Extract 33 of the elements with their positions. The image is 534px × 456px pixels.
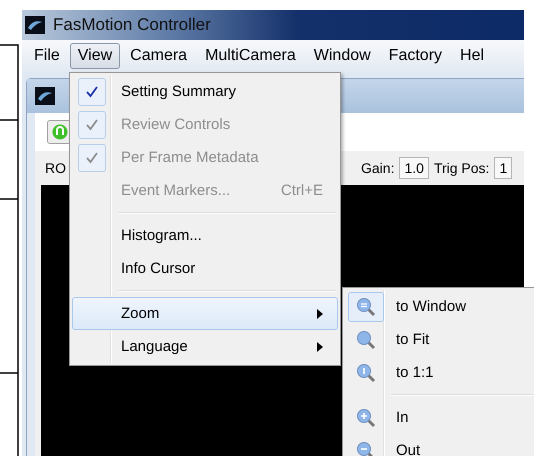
zoom-in-icon [356,408,376,428]
trig-pos-field[interactable]: 1 [494,157,512,179]
menu-entry[interactable]: Out [345,434,534,456]
gain-label: Gain: [361,160,394,176]
menu-item[interactable]: MultiCamera [197,43,304,69]
app-logo-icon [25,16,45,34]
menu-entry[interactable]: Info Cursor [72,252,338,285]
submenu-arrow-icon [317,308,323,318]
roi-label: RO [45,160,66,176]
menu-item[interactable]: File [26,43,68,69]
submenu-arrow-icon [317,342,323,352]
menu-entry[interactable]: to Window [345,290,534,323]
zoom-out-icon [356,440,376,456]
menu-item[interactable]: Window [306,43,379,69]
menu-entry[interactable]: In [345,401,534,434]
trig-pos-label: Trig Pos: [434,160,490,176]
magnifier-icon [356,362,376,382]
menu-entry[interactable]: Setting Summary [72,75,338,108]
magnifier-icon [356,330,376,350]
power-icon [52,124,68,140]
menu-item[interactable]: Camera [122,43,196,69]
window-title: FasMotion Controller [53,15,211,35]
menu-item[interactable]: Factory [380,43,450,69]
magnifier-icon [356,296,376,316]
menu-entry[interactable]: to Fit [345,323,534,356]
menu-entry[interactable]: to 1:1 [345,356,534,389]
submenu-entry[interactable]: Zoom [72,297,338,330]
submenu-entry[interactable]: Language [72,330,338,363]
menu-entry[interactable]: Histogram... [72,219,338,252]
gain-field[interactable]: 1.0 [399,157,429,179]
menu-item[interactable]: Hel [452,43,492,69]
app-logo-icon [35,87,55,105]
menu-item[interactable]: View [70,43,120,69]
